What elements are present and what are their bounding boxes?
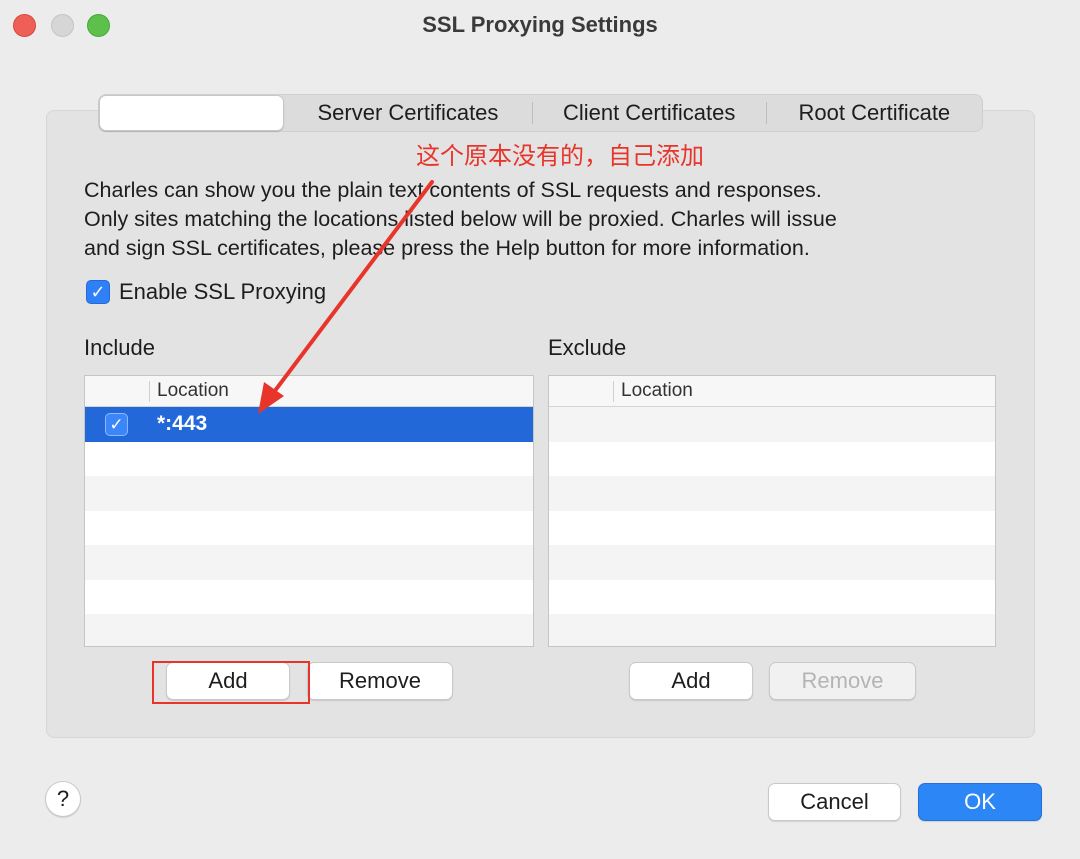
row-enabled-checkbox[interactable]: ✓: [105, 413, 128, 436]
table-row[interactable]: ✓ *:443: [85, 407, 533, 442]
table-row-empty: [85, 545, 533, 580]
table-row-empty: [549, 442, 995, 477]
help-button[interactable]: ?: [45, 781, 81, 817]
table-row-empty: [549, 545, 995, 580]
ok-button[interactable]: OK: [918, 783, 1042, 821]
table-row-empty: [549, 580, 995, 615]
exclude-location-column-header[interactable]: Location: [621, 380, 693, 402]
include-remove-button[interactable]: Remove: [307, 662, 453, 700]
annotation-text: 这个原本没有的，自己添加: [416, 142, 704, 170]
description-text: Charles can show you the plain text cont…: [84, 176, 1004, 263]
exclude-add-button[interactable]: Add: [629, 662, 753, 700]
cancel-button[interactable]: Cancel: [768, 783, 901, 821]
tab-ssl-proxying[interactable]: [99, 95, 285, 131]
description-line: Charles can show you the plain text cont…: [84, 178, 822, 202]
include-table[interactable]: Location ✓ *:443: [84, 375, 534, 647]
include-label: Include: [84, 335, 155, 360]
enable-ssl-proxying-checkbox[interactable]: ✓: [86, 280, 110, 304]
include-location-column-header[interactable]: Location: [157, 380, 229, 402]
table-row-empty: [85, 580, 533, 615]
tab-bar: Server Certificates Client Certificates …: [98, 94, 983, 132]
exclude-table-header[interactable]: Location: [549, 376, 995, 407]
table-row-empty: [85, 476, 533, 511]
window-title: SSL Proxying Settings: [422, 12, 658, 37]
annotation-highlight-box: [152, 661, 310, 704]
table-row-empty: [549, 614, 995, 646]
tab-server-certificates[interactable]: Server Certificates: [284, 95, 531, 131]
include-table-header[interactable]: Location: [85, 376, 533, 407]
enable-ssl-proxying-label: Enable SSL Proxying: [119, 279, 327, 304]
exclude-remove-button: Remove: [769, 662, 916, 700]
ssl-proxying-settings-window: SSL Proxying Settings Server Certificate…: [0, 0, 1080, 859]
tab-root-certificate[interactable]: Root Certificate: [767, 95, 982, 131]
description-line: Only sites matching the locations listed…: [84, 207, 837, 231]
table-row-empty: [85, 511, 533, 546]
title-bar: SSL Proxying Settings: [0, 0, 1080, 52]
table-row-empty: [85, 614, 533, 646]
tab-client-certificates[interactable]: Client Certificates: [533, 95, 766, 131]
table-row-empty: [549, 511, 995, 546]
exclude-table[interactable]: Location: [548, 375, 996, 647]
enable-ssl-proxying-row[interactable]: ✓ Enable SSL Proxying: [86, 279, 326, 305]
exclude-label: Exclude: [548, 335, 627, 360]
table-row-empty: [85, 442, 533, 477]
table-row-empty: [549, 407, 995, 442]
table-row-empty: [549, 476, 995, 511]
column-separator: [613, 381, 614, 402]
description-line: and sign SSL certificates, please press …: [84, 236, 810, 260]
row-location: *:443: [157, 412, 208, 435]
column-separator: [149, 381, 150, 402]
